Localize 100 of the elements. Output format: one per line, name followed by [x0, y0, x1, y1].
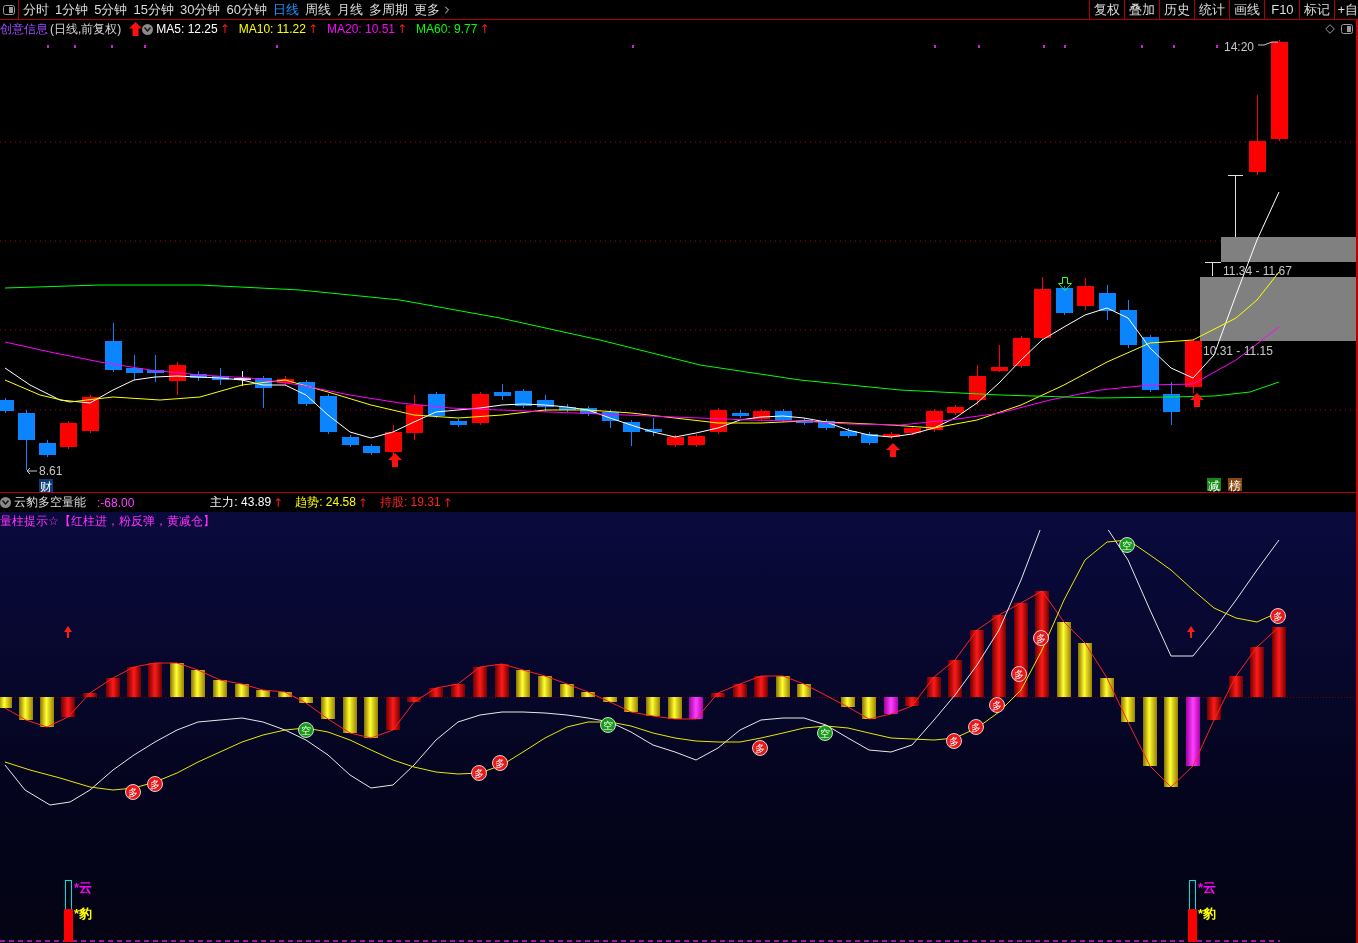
dropdown-icon[interactable]	[0, 497, 11, 508]
signal-badge: 空	[600, 717, 616, 733]
trend-arrow: ↑	[479, 22, 490, 36]
candlestick	[0, 397, 14, 414]
histogram-bar	[127, 667, 141, 697]
tag-badge: 财	[39, 479, 53, 492]
up-arrow-icon	[129, 22, 143, 36]
signal-badge: 多	[147, 776, 163, 792]
candlestick	[428, 391, 445, 419]
period-tab[interactable]: 5分钟	[91, 0, 131, 19]
signal-badge: 多	[1011, 666, 1027, 682]
candlestick	[775, 408, 792, 423]
gauge-label: *豹	[1198, 906, 1217, 921]
gauge-label: *云	[74, 880, 93, 895]
histogram-bar	[429, 688, 443, 697]
low-price-label: 8.61	[39, 464, 63, 478]
toolbar-button[interactable]: 画线	[1229, 0, 1265, 19]
leader-line	[1257, 41, 1279, 46]
signal-badge: 多	[989, 697, 1005, 713]
histogram-bar	[148, 663, 162, 697]
histogram-bar	[106, 678, 120, 697]
period-tab[interactable]: 15分钟	[130, 0, 177, 19]
moving-average-label: MA20: 10.51	[327, 22, 396, 36]
candlestick	[1120, 299, 1137, 349]
up-arrow-icon	[886, 443, 900, 457]
histogram-bar	[1250, 647, 1264, 697]
toolbar-button[interactable]: 标记	[1299, 0, 1335, 19]
diamond-icon[interactable]	[1325, 24, 1335, 34]
histogram-bar	[1272, 627, 1286, 697]
period-tab[interactable]: 多周期	[365, 0, 411, 19]
toolbar-button[interactable]: 历史	[1159, 0, 1195, 19]
panel-toggle-icon[interactable]	[1341, 24, 1353, 34]
period-tab[interactable]: 月线	[333, 0, 366, 19]
histogram-bar	[235, 684, 249, 697]
signal-badge: 空	[298, 722, 314, 738]
toolbar-button[interactable]: 叠加	[1124, 0, 1160, 19]
period-tab[interactable]: 日线	[269, 0, 302, 19]
indicator-name: 云豹多空量能	[14, 494, 86, 511]
signal-badge: 多	[946, 733, 962, 749]
histogram-bar	[516, 670, 530, 697]
trend-arrow: ↑	[442, 495, 453, 510]
up-arrow-icon	[1190, 393, 1204, 407]
signal-badge: 多	[1270, 608, 1286, 624]
toolbar-button[interactable]: 复权	[1089, 0, 1125, 19]
signal-badge: 多	[492, 755, 508, 771]
histogram-bar	[754, 676, 768, 697]
period-tab[interactable]: 分时	[19, 0, 52, 19]
candlestick	[60, 420, 77, 450]
period-tab[interactable]: 30分钟	[176, 0, 224, 19]
histogram-bar	[603, 697, 617, 702]
period-tab[interactable]: 更多	[410, 0, 456, 19]
candlestick	[385, 424, 402, 456]
dropdown-icon[interactable]	[142, 23, 154, 35]
trend-arrow: ↑	[357, 495, 368, 510]
up-arrow-icon	[64, 626, 72, 638]
histogram-bar	[0, 697, 12, 708]
down-arrow-icon	[1058, 277, 1072, 291]
chart-mode-label: (日线,前复权)	[50, 20, 122, 38]
candlestick	[732, 409, 749, 419]
candlestick	[1013, 335, 1030, 369]
candlestick	[1077, 277, 1094, 311]
candlestick	[255, 375, 272, 409]
indicator-reading: :-68.00	[97, 495, 135, 510]
candlestick	[1099, 284, 1116, 321]
candlestick	[645, 417, 662, 437]
toolbar-button[interactable]: +自	[1334, 0, 1358, 19]
histogram-bar	[538, 676, 552, 697]
signal-badge: 多	[125, 784, 141, 800]
histogram-bar	[581, 692, 595, 697]
candlestick	[320, 393, 337, 435]
signal-badge: 多	[968, 719, 984, 735]
period-tab[interactable]: 1分钟	[52, 0, 92, 19]
histogram-bar	[495, 664, 509, 697]
candlestick	[515, 388, 532, 409]
gauge-label: *云	[1198, 880, 1217, 895]
signal-badge: 多	[471, 765, 487, 781]
histogram-bar	[256, 690, 270, 697]
histogram-bar	[560, 684, 574, 697]
trend-arrow: ↑	[273, 495, 284, 510]
signal-badge: 多	[752, 740, 768, 756]
histogram-bar	[841, 697, 855, 707]
trend-arrow: ↑	[397, 22, 408, 36]
candlestick	[105, 322, 122, 373]
period-tab[interactable]: 周线	[301, 0, 334, 19]
panel-toggle-icon[interactable]	[3, 4, 15, 15]
candlestick	[667, 434, 684, 448]
toolbar-button[interactable]: F10	[1264, 0, 1300, 19]
toolbar-button[interactable]: 统计	[1194, 0, 1230, 19]
histogram-bar	[170, 663, 184, 697]
histogram-bar	[711, 693, 725, 697]
candlestick	[1185, 338, 1202, 394]
histogram-bar	[299, 697, 313, 703]
candlestick	[840, 427, 857, 439]
histogram-bar	[451, 684, 465, 697]
candlestick	[969, 364, 986, 406]
indicator-value: 趋势: 24.58	[295, 494, 356, 511]
period-tab[interactable]: 60分钟	[223, 0, 270, 19]
stock-name: 创意信息	[0, 20, 48, 38]
candlestick	[818, 418, 835, 431]
histogram-bar	[862, 697, 876, 719]
